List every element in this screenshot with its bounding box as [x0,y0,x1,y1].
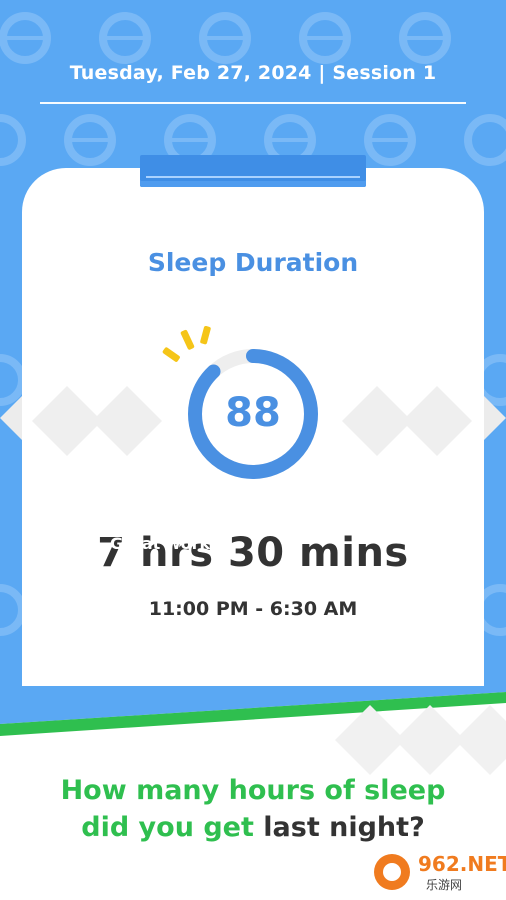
sleep-time-range: 11:00 PM - 6:30 AM [148,598,358,620]
question-line-2b: last night? [263,812,425,843]
card-title: Sleep Duration [147,248,359,277]
question-line-1: How many hours of sleep [60,775,446,806]
watermark-subtitle: 乐游网 [426,878,463,892]
question-text: How many hours of sleep did you get last… [20,772,486,846]
clipboard-clip [140,155,366,187]
question-line-2a: did you get [81,812,264,843]
sleep-duration: 7 hrs 30 mins [97,530,409,576]
session-date-header: Tuesday, Feb 27, 2024 | Session 1 [69,62,437,84]
card-footer-bar [22,686,484,728]
card-footer-text: Great work! [110,534,218,553]
header-divider [40,102,466,104]
sparkle-icon [162,325,211,362]
watermark-brand: 962.NET [418,852,506,876]
clipboard-clip-highlight [146,176,360,178]
sleep-score: 88 [225,390,281,436]
